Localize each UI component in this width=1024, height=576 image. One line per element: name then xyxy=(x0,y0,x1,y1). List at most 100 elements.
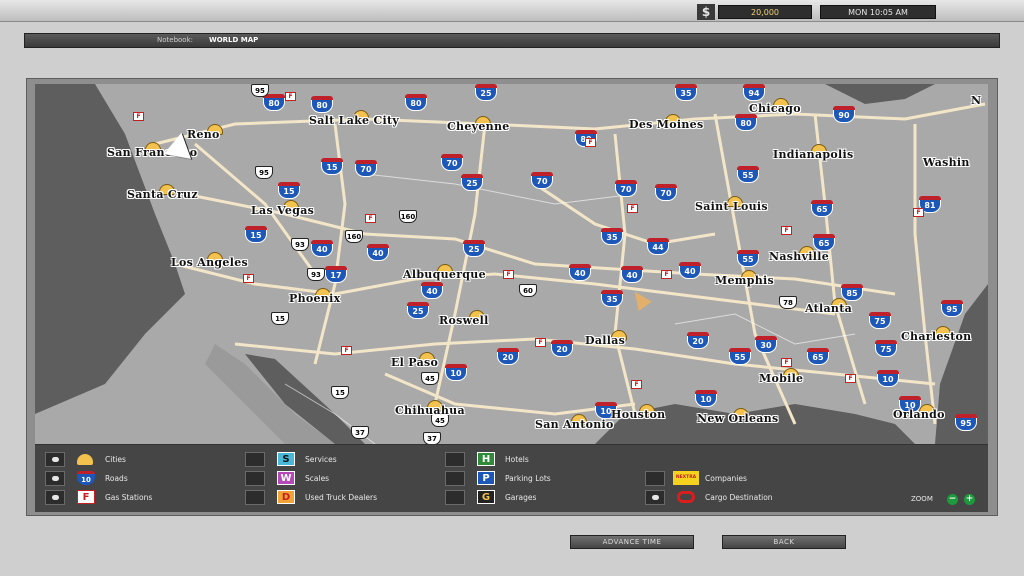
interstate-shield: 65 xyxy=(811,200,833,217)
gas-station-marker[interactable]: F xyxy=(133,112,144,121)
legend-item-garages[interactable]: G Garages xyxy=(445,490,625,506)
gas-station-marker[interactable]: F xyxy=(781,226,792,235)
city-label[interactable]: Memphis xyxy=(715,274,774,287)
gas-station-marker[interactable]: F xyxy=(535,338,546,347)
notebook-title: WORLD MAP xyxy=(209,36,259,44)
legend-item-gas-stations[interactable]: F Gas Stations xyxy=(45,490,225,506)
legend-item-used-truck-dealers[interactable]: D Used Truck Dealers xyxy=(245,490,425,506)
gas-station-marker[interactable]: F xyxy=(341,346,352,355)
city-label[interactable]: Des Moines xyxy=(629,118,703,131)
interstate-shield: 20 xyxy=(497,348,519,365)
legend-item-cargo-destination[interactable]: Cargo Destination xyxy=(645,490,845,506)
city-label[interactable]: Los Angeles xyxy=(171,256,248,269)
legend-item-companies[interactable]: NEXTRA Companies xyxy=(645,471,845,487)
interstate-shield: 25 xyxy=(463,240,485,257)
advance-time-button[interactable]: ADVANCE TIME xyxy=(570,535,694,549)
services-toggle[interactable] xyxy=(245,452,265,467)
back-button[interactable]: BACK xyxy=(722,535,846,549)
interstate-shield: 65 xyxy=(807,348,829,365)
city-label[interactable]: Indianapolis xyxy=(773,148,853,161)
city-label[interactable]: Albuquerque xyxy=(403,268,486,281)
city-icon xyxy=(77,454,93,465)
legend-item-scales[interactable]: W Scales xyxy=(245,471,425,487)
city-label[interactable]: Salt Lake City xyxy=(309,114,399,127)
city-label[interactable]: Las Vegas xyxy=(251,204,314,217)
zoom-in-button[interactable]: + xyxy=(964,494,975,505)
city-label[interactable]: Phoenix xyxy=(289,292,340,305)
city-label[interactable]: Chihuahua xyxy=(395,404,465,417)
legend-item-parking-lots[interactable]: P Parking Lots xyxy=(445,471,625,487)
gas-station-marker[interactable]: F xyxy=(627,204,638,213)
interstate-shield: 25 xyxy=(475,84,497,101)
gas-station-icon: F xyxy=(77,490,95,504)
gas-station-marker[interactable]: F xyxy=(503,270,514,279)
gas-stations-toggle[interactable] xyxy=(45,490,65,505)
interstate-shield: 80 xyxy=(405,94,427,111)
interstate-shield: 95 xyxy=(941,300,963,317)
us-route-shield: 60 xyxy=(519,284,537,297)
interstate-shield: 25 xyxy=(461,174,483,191)
legend-item-hotels[interactable]: H Hotels xyxy=(445,452,625,468)
garages-toggle[interactable] xyxy=(445,490,465,505)
city-label[interactable]: Dallas xyxy=(585,334,625,347)
money-display: 20,000 xyxy=(718,5,812,19)
city-label[interactable]: New Orleans xyxy=(697,412,779,425)
city-label[interactable]: Santa Cruz xyxy=(127,188,198,201)
interstate-shield: 94 xyxy=(743,84,765,101)
hotels-toggle[interactable] xyxy=(445,452,465,467)
roads-toggle[interactable] xyxy=(45,471,65,486)
city-label[interactable]: Atlanta xyxy=(805,302,852,315)
interstate-shield: 35 xyxy=(601,228,623,245)
cargo-destination-toggle[interactable] xyxy=(645,490,665,505)
city-label[interactable]: Mobile xyxy=(759,372,803,385)
cities-toggle[interactable] xyxy=(45,452,65,467)
gas-station-marker[interactable]: F xyxy=(913,208,924,217)
interstate-shield: 65 xyxy=(813,234,835,251)
us-route-shield: 37 xyxy=(351,426,369,439)
services-icon: S xyxy=(277,452,295,466)
used-truck-dealers-toggle[interactable] xyxy=(245,490,265,505)
gas-station-marker[interactable]: F xyxy=(285,92,296,101)
interstate-shield: 15 xyxy=(278,182,300,199)
city-label[interactable]: Cheyenne xyxy=(447,120,510,133)
us-route-shield: 45 xyxy=(421,372,439,385)
parking-icon: P xyxy=(477,471,495,485)
gas-station-marker[interactable]: F xyxy=(243,274,254,283)
us-route-shield: 95 xyxy=(255,166,273,179)
gas-station-marker[interactable]: F xyxy=(845,374,856,383)
legend-item-cities[interactable]: Cities xyxy=(45,452,225,468)
city-label[interactable]: Washin xyxy=(923,156,970,169)
scales-toggle[interactable] xyxy=(245,471,265,486)
city-label[interactable]: San Antonio xyxy=(535,418,614,431)
city-label[interactable]: Saint Louis xyxy=(695,200,768,213)
us-route-shield: 93 xyxy=(307,268,325,281)
north-indicator: N xyxy=(971,94,982,107)
city-label[interactable]: El Paso xyxy=(391,356,438,369)
city-label[interactable]: Orlando xyxy=(893,408,945,421)
legend-item-services[interactable]: S Services xyxy=(245,452,425,468)
city-label[interactable]: Nashville xyxy=(769,250,829,263)
interstate-shield: 70 xyxy=(655,184,677,201)
world-map[interactable]: 80 80 80 80 25 35 80 70 15 70 15 25 70 1… xyxy=(35,84,988,444)
interstate-shield: 80 xyxy=(735,114,757,131)
time-display: MON 10:05 AM xyxy=(820,5,936,19)
city-label[interactable]: Roswell xyxy=(439,314,489,327)
zoom-out-button[interactable]: − xyxy=(947,494,958,505)
city-label[interactable]: Reno xyxy=(187,128,220,141)
city-label[interactable]: Chicago xyxy=(749,102,801,115)
city-label[interactable]: Houston xyxy=(611,408,665,421)
interstate-shield: 85 xyxy=(841,284,863,301)
gas-station-marker[interactable]: F xyxy=(631,380,642,389)
gas-station-marker[interactable]: F xyxy=(781,358,792,367)
us-route-shield: 95 xyxy=(251,84,269,97)
city-label[interactable]: Charleston xyxy=(901,330,971,343)
companies-toggle[interactable] xyxy=(645,471,665,486)
gas-station-marker[interactable]: F xyxy=(585,138,596,147)
parking-lots-toggle[interactable] xyxy=(445,471,465,486)
interstate-shield: 75 xyxy=(869,312,891,329)
legend-item-roads[interactable]: 10 Roads xyxy=(45,471,225,487)
gas-station-marker[interactable]: F xyxy=(661,270,672,279)
interstate-shield: 75 xyxy=(875,340,897,357)
interstate-shield: 70 xyxy=(615,180,637,197)
gas-station-marker[interactable]: F xyxy=(365,214,376,223)
